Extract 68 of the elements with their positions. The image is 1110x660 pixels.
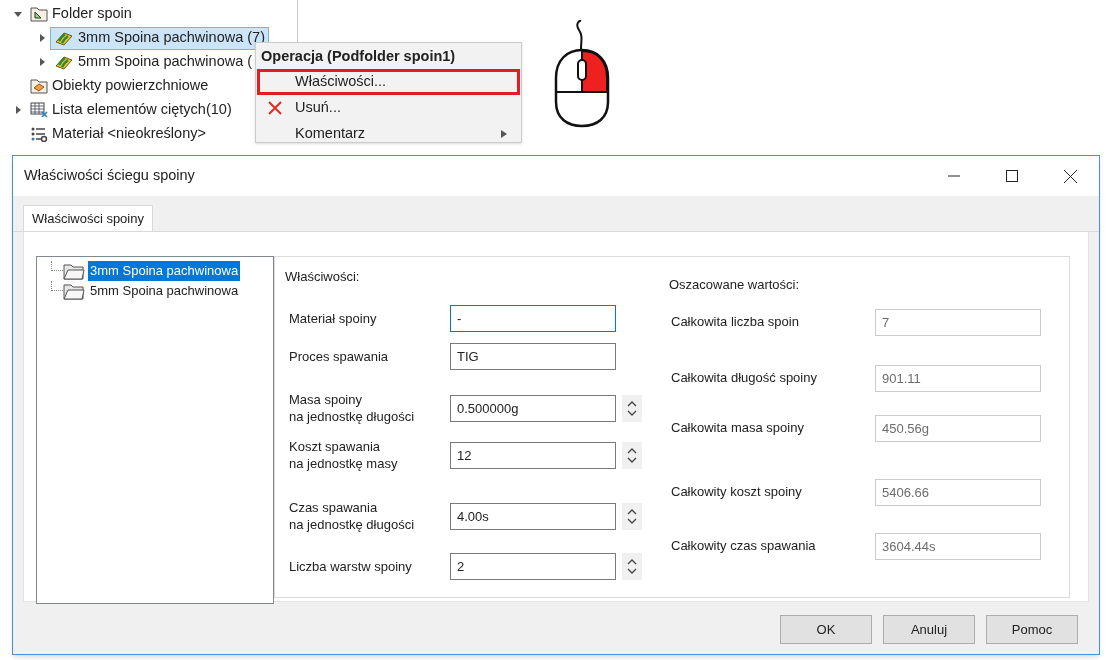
spinner-control[interactable] <box>622 552 642 580</box>
field-label: Koszt spawania na jednostkę masy <box>288 438 399 472</box>
dialog-button[interactable]: OK <box>780 615 872 644</box>
window-title: Właściwości ściegu spoiny <box>23 166 196 186</box>
input-field[interactable]: 0.500000g <box>450 394 616 422</box>
chevron-down-icon[interactable] <box>627 517 637 524</box>
field-label: Proces spawania <box>288 347 389 365</box>
spinner-control[interactable] <box>622 502 642 530</box>
field-label: Całkowity koszt spoiny <box>670 483 803 502</box>
folder-icon <box>63 262 85 280</box>
menu-title: Operacja (Podfolder spoin1) <box>260 47 457 67</box>
weld-bead-icon <box>54 54 74 70</box>
chevron-up-icon[interactable] <box>627 508 637 515</box>
bead-list-item[interactable]: 3mm Spoina pachwinowa <box>88 261 241 281</box>
field-label: Całkowita masa spoiny <box>670 419 805 438</box>
input-field[interactable]: - <box>450 304 616 332</box>
maximize-icon[interactable] <box>1006 170 1018 182</box>
spinner-control[interactable] <box>622 441 642 469</box>
field-label: Całkowity czas spawania <box>670 537 817 556</box>
field-label: Liczba warstw spoiny <box>288 557 413 575</box>
tree-item[interactable]: Lista elementów ciętych(10) <box>26 98 236 122</box>
chevron-up-icon[interactable] <box>627 447 637 454</box>
input-field[interactable]: 4.00s <box>450 502 616 530</box>
chevron-up-icon[interactable] <box>627 400 637 407</box>
tree-item[interactable]: 5mm Spoina pachwinowa ( <box>50 50 257 74</box>
submenu-arrow-icon <box>501 130 507 138</box>
menu-item[interactable]: Usuń... <box>257 95 520 121</box>
input-field[interactable]: 12 <box>450 441 616 469</box>
folder-icon <box>30 78 48 94</box>
tab[interactable]: Właściwości spoiny <box>23 205 153 231</box>
spinner-control[interactable] <box>622 394 642 422</box>
tree-item[interactable]: Folder spoin <box>26 2 136 26</box>
caret-down-icon[interactable] <box>14 10 22 18</box>
section-heading: Właściwości: <box>285 268 361 286</box>
close-icon[interactable] <box>1063 169 1077 183</box>
section-heading: Oszacowane wartości: <box>669 276 801 294</box>
dialog-button[interactable]: Pomoc <box>986 615 1078 644</box>
folder-icon <box>30 6 48 22</box>
readonly-field[interactable]: 7 <box>875 308 1041 336</box>
menu-item[interactable]: Komentarz <box>257 121 520 147</box>
folder-icon <box>63 282 85 300</box>
input-field[interactable]: 2 <box>450 552 616 580</box>
chevron-down-icon[interactable] <box>627 567 637 574</box>
bead-list-item[interactable]: 5mm Spoina pachwinowa <box>88 281 241 301</box>
field-label: Całkowita długość spoiny <box>670 369 818 388</box>
readonly-field[interactable]: 5406.66 <box>875 478 1041 506</box>
table-icon <box>30 102 48 118</box>
chevron-down-icon[interactable] <box>627 456 637 463</box>
material-list-icon <box>30 126 48 142</box>
caret-right-icon[interactable] <box>38 58 46 66</box>
dialog-button[interactable]: Anuluj <box>883 615 975 644</box>
field-label: Czas spawania na jednostkę długości <box>288 499 416 533</box>
input-field[interactable]: TIG <box>450 342 616 370</box>
menu-item[interactable]: Właściwości... <box>257 69 520 95</box>
weld-bead-icon <box>54 30 74 46</box>
tree-item[interactable]: Materiał <nieokreślony> <box>26 122 210 146</box>
delete-x-icon <box>268 101 282 115</box>
chevron-up-icon[interactable] <box>627 558 637 565</box>
tree-item[interactable]: Obiekty powierzchniowe <box>26 74 213 98</box>
field-label: Całkowita liczba spoin <box>670 313 800 332</box>
field-label: Masa spoiny na jednostkę długości <box>288 391 416 425</box>
chevron-down-icon[interactable] <box>627 409 637 416</box>
readonly-field[interactable]: 3604.44s <box>875 532 1041 560</box>
field-label: Materiał spoiny <box>288 309 378 327</box>
caret-right-icon[interactable] <box>14 106 22 114</box>
readonly-field[interactable]: 901.11 <box>875 364 1041 392</box>
readonly-field[interactable]: 450.56g <box>875 414 1041 442</box>
caret-right-icon[interactable] <box>38 34 46 42</box>
